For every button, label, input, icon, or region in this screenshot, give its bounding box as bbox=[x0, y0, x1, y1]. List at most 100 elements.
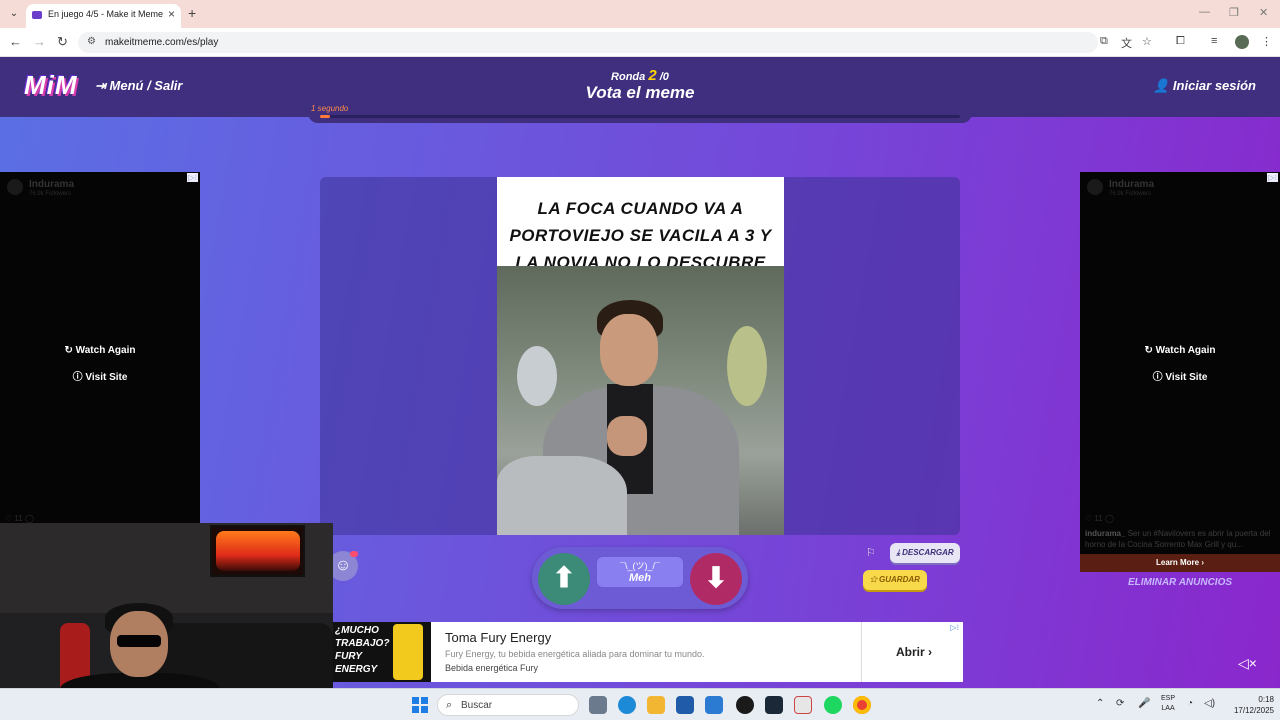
ad-likes-count: 11 bbox=[1094, 514, 1103, 523]
login-label: Iniciar sesión bbox=[1172, 78, 1256, 93]
ad-brand-name: Indurama bbox=[29, 179, 75, 190]
left-video-ad[interactable]: Indurama 76.9k Followers ▷⁝ ↻ Watch Agai… bbox=[0, 172, 200, 572]
arrow-up-icon: ⬆ bbox=[552, 562, 576, 593]
search-icon: ⌕ bbox=[446, 699, 453, 711]
streamer-glasses bbox=[117, 635, 161, 647]
browser-menu-icon[interactable]: ⋮ bbox=[1261, 35, 1272, 48]
meme-image bbox=[497, 266, 784, 535]
volume-icon[interactable]: ◁) bbox=[1204, 698, 1215, 709]
profile-avatar[interactable] bbox=[1235, 35, 1249, 49]
round-label: Ronda bbox=[611, 71, 646, 83]
spotify-icon[interactable] bbox=[824, 696, 842, 714]
downvote-button[interactable]: ⬇ bbox=[690, 553, 742, 605]
speaker-mute-icon[interactable]: ◁× bbox=[1238, 655, 1257, 672]
tab-close-icon[interactable]: × bbox=[168, 7, 175, 21]
exit-icon: ⇥ bbox=[95, 78, 110, 93]
menu-exit-button[interactable]: ⇥ Menú / Salir bbox=[95, 78, 182, 94]
bookmark-star-icon[interactable]: ☆ bbox=[1142, 35, 1152, 48]
replay-icon: ↻ bbox=[1144, 345, 1156, 356]
forward-button[interactable]: → bbox=[33, 34, 46, 49]
timer-label: 1 segundo bbox=[311, 104, 349, 113]
tab-title: En juego 4/5 - Make it Meme bbox=[48, 9, 164, 19]
visit-site-label: Visit Site bbox=[1165, 372, 1208, 383]
reading-list-icon[interactable]: ≡ bbox=[1211, 35, 1217, 47]
system-clock[interactable]: 0:18 17/12/2025 bbox=[1224, 694, 1274, 716]
round-total: /0 bbox=[659, 71, 669, 83]
user-icon: 👤 bbox=[1153, 78, 1173, 93]
meme-caption-box: LA FOCA CUANDO VA A PORTOVIEJO SE VACILA… bbox=[497, 177, 784, 272]
capture-icon[interactable] bbox=[794, 696, 812, 714]
store-icon[interactable] bbox=[676, 696, 694, 714]
ad-choices-icon[interactable]: ▷⁝ bbox=[950, 623, 959, 632]
edge-icon[interactable] bbox=[618, 696, 636, 714]
save-button[interactable]: ✩ GUARDAR bbox=[863, 570, 927, 590]
report-flag-icon[interactable]: ⚐ bbox=[866, 546, 876, 559]
learn-more-button[interactable]: Learn More › bbox=[1080, 554, 1280, 572]
reload-button[interactable]: ↻ bbox=[57, 34, 68, 50]
bottom-banner-ad[interactable]: ¿MUCHO TRABAJO? FURY ENERGY Toma Fury En… bbox=[333, 622, 963, 682]
chrome-icon[interactable] bbox=[853, 696, 871, 714]
info-icon: ⓘ bbox=[1152, 372, 1166, 383]
mim-logo[interactable]: MiM bbox=[24, 70, 78, 101]
ad-choices-icon[interactable]: ▷⁝ bbox=[1267, 173, 1278, 182]
lang-line1: ESP bbox=[1161, 695, 1176, 702]
browser-toolbar: ← → ↻ ⚙ makeitmeme.com/es/play ⧉ 文 ☆ ⧠ ≡… bbox=[0, 28, 1280, 57]
search-placeholder: Buscar bbox=[461, 700, 493, 711]
sync-icon[interactable]: ⟳ bbox=[1116, 698, 1124, 709]
clock-date: 17/12/2025 bbox=[1233, 706, 1274, 715]
webcam-overlay bbox=[0, 523, 333, 710]
right-video-ad[interactable]: Indurama 76.9k Followers ▷⁝ ↻ Watch Agai… bbox=[1080, 172, 1280, 572]
minimize-button[interactable]: — bbox=[1199, 6, 1210, 18]
tray-chevron-icon[interactable]: ⌃ bbox=[1096, 698, 1104, 709]
site-favicon bbox=[32, 11, 42, 19]
meh-button[interactable]: ¯\_(ツ)_/¯ Meh bbox=[597, 557, 683, 587]
maximize-button[interactable]: ❐ bbox=[1229, 6, 1239, 19]
obs-icon[interactable] bbox=[736, 696, 754, 714]
watch-again-button[interactable]: ↻ Watch Again bbox=[1080, 345, 1280, 356]
visit-site-button[interactable]: ⓘ Visit Site bbox=[1080, 368, 1280, 383]
language-indicator[interactable]: ESP LAA bbox=[1161, 694, 1175, 714]
close-window-button[interactable]: ✕ bbox=[1259, 6, 1268, 19]
steam-icon[interactable] bbox=[765, 696, 783, 714]
browser-tab-active[interactable]: En juego 4/5 - Make it Meme × bbox=[26, 4, 181, 28]
notification-dot bbox=[350, 551, 358, 557]
ad-choices-icon[interactable]: ▷⁝ bbox=[187, 173, 198, 182]
clock-time: 0:18 bbox=[1258, 695, 1274, 704]
watch-again-button[interactable]: ↻ Watch Again bbox=[0, 345, 200, 356]
ad-followers: 76.9k Followers bbox=[1109, 191, 1152, 197]
site-info-icon[interactable]: ⚙ bbox=[87, 36, 96, 47]
translate-icon[interactable]: 文 bbox=[1121, 35, 1132, 51]
banner-open-button[interactable]: Abrir › bbox=[861, 622, 963, 682]
address-bar[interactable]: ⚙ makeitmeme.com/es/play bbox=[78, 32, 1098, 53]
upvote-button[interactable]: ⬆ bbox=[538, 553, 590, 605]
tab-list-button[interactable]: ⌄ bbox=[6, 6, 22, 22]
install-app-icon[interactable]: ⧉ bbox=[1100, 35, 1108, 48]
ad-caption-user: indurama_ bbox=[1085, 529, 1126, 538]
file-explorer-icon[interactable] bbox=[647, 696, 665, 714]
visit-site-button[interactable]: ⓘ Visit Site bbox=[0, 368, 200, 383]
extensions-icon[interactable]: ⧠ bbox=[1176, 35, 1185, 48]
new-tab-button[interactable]: + bbox=[188, 5, 196, 21]
task-view-icon[interactable] bbox=[589, 696, 607, 714]
round-indicator: Ronda 2 /0 bbox=[540, 67, 740, 84]
login-button[interactable]: 👤 Iniciar sesión bbox=[1153, 78, 1256, 94]
download-button[interactable]: ⤓ DESCARGAR bbox=[890, 543, 960, 563]
banner-title: Toma Fury Energy bbox=[445, 630, 552, 645]
ad-likes: ♡ 11 ◯ bbox=[1085, 514, 1114, 523]
arrow-down-icon: ⬇ bbox=[704, 562, 728, 593]
wifi-icon[interactable]: ◔ bbox=[1187, 698, 1193, 709]
outlook-icon[interactable] bbox=[705, 696, 723, 714]
timer-progress bbox=[320, 115, 330, 118]
remove-ads-link[interactable]: ELIMINAR ANUNCIOS bbox=[1080, 577, 1280, 588]
ad-brand-avatar bbox=[1087, 179, 1103, 195]
timer-track bbox=[320, 115, 960, 118]
taskbar-search[interactable]: ⌕ Buscar bbox=[437, 694, 579, 716]
lang-line2: LAA bbox=[1161, 705, 1175, 712]
info-icon: ⓘ bbox=[72, 372, 86, 383]
microphone-icon[interactable]: 🎤 bbox=[1138, 698, 1150, 709]
menu-exit-label: Menú / Salir bbox=[109, 78, 183, 93]
back-button[interactable]: ← bbox=[9, 34, 22, 49]
ad-brand-name: Indurama bbox=[1109, 179, 1155, 190]
meme-caption: LA FOCA CUANDO VA A PORTOVIEJO SE VACILA… bbox=[509, 199, 772, 272]
start-button[interactable] bbox=[412, 697, 428, 713]
